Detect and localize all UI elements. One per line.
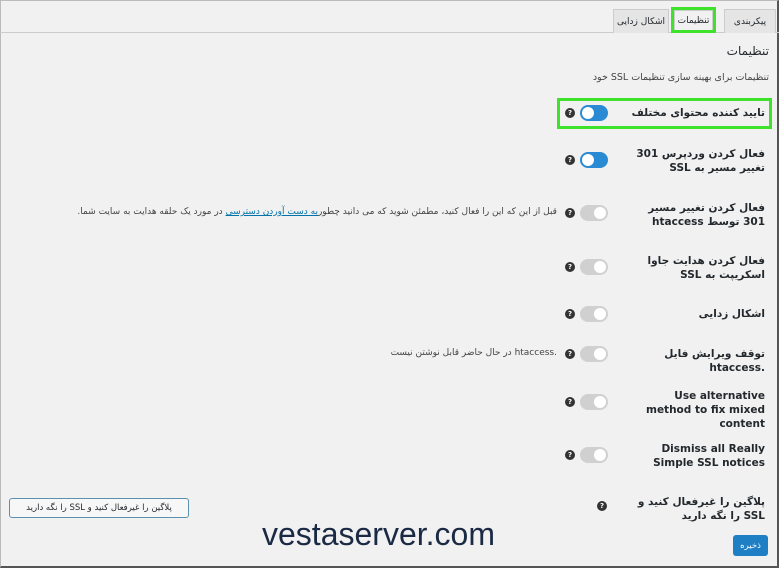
setting-label: Use alternative method to fix mixed cont… <box>646 390 765 430</box>
note-text: قبل از این که این را فعال کنید، مطمئن شو… <box>317 207 557 217</box>
toggle-stop-htaccess[interactable] <box>580 346 608 362</box>
setting-note: .htaccess در حال حاضر قابل نوشتن نیست <box>390 348 557 358</box>
section-title: تنظیمات <box>726 44 769 58</box>
tab-debug[interactable]: اشکال زدایی <box>613 9 669 33</box>
toggle-js-redirect[interactable] <box>580 259 608 275</box>
help-icon[interactable]: ? <box>565 450 575 460</box>
setting-label: توقف ویرایش فایل .htaccess <box>664 348 765 374</box>
toggle-wp-redirect[interactable] <box>580 152 608 168</box>
setting-label: پلاگین را غیرفعال کنید و SSL را نگه داری… <box>637 496 765 522</box>
help-icon[interactable]: ? <box>565 108 575 118</box>
help-icon[interactable]: ? <box>597 501 607 511</box>
setting-note: قبل از این که این را فعال کنید، مطمئن شو… <box>77 207 557 217</box>
setting-label: Dismiss all Really Simple SSL notices <box>653 443 765 469</box>
note-text: در مورد یک حلقه هدایت به سایت شما. <box>77 207 223 217</box>
toggle-alt-mixed[interactable] <box>580 394 608 410</box>
help-icon[interactable]: ? <box>565 155 575 165</box>
help-icon[interactable]: ? <box>565 349 575 359</box>
help-icon[interactable]: ? <box>565 208 575 218</box>
setting-label: تایید کننده محتوای مختلف <box>631 107 765 119</box>
toggle-debug[interactable] <box>580 306 608 322</box>
tab-settings[interactable]: تنظیمات <box>671 7 716 33</box>
deactivate-keep-ssl-button[interactable]: پلاگین را غیرفعال کنید و SSL را نگه داری… <box>9 498 189 518</box>
help-icon[interactable]: ? <box>565 397 575 407</box>
setting-label: فعال کردن وردپرس 301 تغییر مسیر به SSL <box>636 148 765 174</box>
setting-label: اشکال زدایی <box>698 308 765 320</box>
tab-configuration[interactable]: پیکربندی <box>724 9 776 33</box>
toggle-mixed-content[interactable] <box>580 105 608 121</box>
help-icon[interactable]: ? <box>565 262 575 272</box>
setting-label: فعال کردن هدایت جاوا اسکریپت به SSL <box>647 255 765 281</box>
window-frame <box>0 0 779 568</box>
toggle-htaccess-redirect[interactable] <box>580 205 608 221</box>
toggle-dismiss-notices[interactable] <box>580 447 608 463</box>
access-link[interactable]: به دست آوردن دسترسی <box>226 207 318 217</box>
save-button[interactable]: ذخیره <box>733 535 768 556</box>
section-description: تنظیمات برای بهینه سازی تنظیمات SSL خود <box>592 72 769 83</box>
watermark: vestaserver.com <box>262 516 495 552</box>
setting-label: فعال کردن تغییر مسیر 301 توسط htaccess <box>648 202 765 228</box>
help-icon[interactable]: ? <box>565 309 575 319</box>
